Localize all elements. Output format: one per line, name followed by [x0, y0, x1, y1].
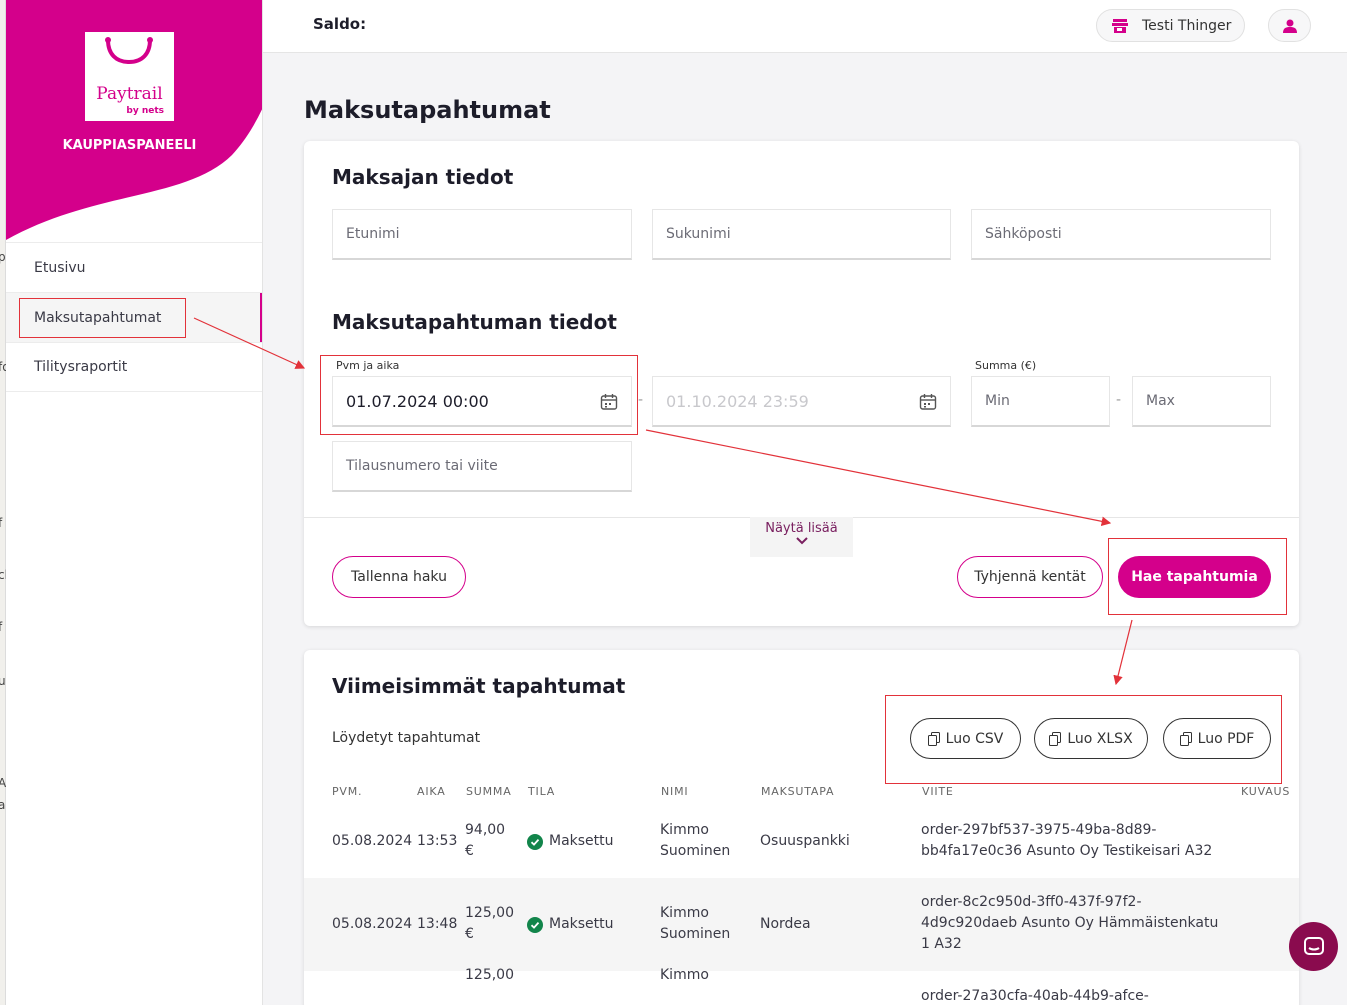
top-bar: Saldo: Testi Thinger — [263, 0, 1347, 53]
row-name-first: Kimmo — [660, 967, 709, 983]
user-menu-button[interactable] — [1268, 9, 1311, 42]
gutter-fragment: p — [0, 250, 6, 264]
row-sum-currency: € — [465, 926, 474, 942]
sum-min-field[interactable]: Min — [971, 376, 1110, 427]
column-header[interactable]: TILA — [528, 785, 555, 798]
column-header[interactable]: PVM. — [332, 785, 362, 798]
column-header[interactable]: NIMI — [661, 785, 688, 798]
sidebar-item-label: Tilitysraportit — [34, 359, 128, 375]
row-sum-currency: € — [465, 843, 474, 859]
row-reference-line: order-27a30cfa-40ab-44b9-afce- — [921, 988, 1149, 1004]
row-status: Maksettu — [527, 831, 614, 852]
email-field[interactable]: Sähköposti — [971, 209, 1271, 260]
row-status-label: Maksettu — [549, 833, 614, 849]
row-sum-value: 94,00 — [465, 822, 506, 838]
row-reference-line: 1 A32 — [921, 936, 962, 952]
save-search-button[interactable]: Tallenna haku — [332, 556, 466, 598]
row-method: Nordea — [760, 916, 811, 932]
brand-name: Paytrail — [96, 84, 163, 104]
brand-sub: by nets — [126, 106, 164, 116]
row-sum-value: 125,00 — [465, 967, 514, 983]
date-to-value: 01.10.2024 23:59 — [666, 391, 809, 411]
row-name: Kimmo Suominen — [660, 820, 730, 862]
row-status-label: Maksettu — [549, 916, 614, 932]
column-header[interactable]: VIITE — [922, 785, 954, 798]
store-name: Testi Thinger — [1142, 17, 1232, 34]
check-circle-icon — [527, 916, 543, 933]
annotation-box-export — [885, 695, 1282, 784]
date-to-field[interactable]: 01.10.2024 23:59 — [652, 376, 951, 427]
sum-label: Summa (€) — [975, 359, 1037, 372]
column-header[interactable]: KUVAUS — [1241, 785, 1290, 798]
row-sum-value: 125,00 — [465, 905, 514, 921]
row-reference: order-297bf537-3975-49ba-8d89- bb4fa17e0… — [921, 820, 1231, 862]
row-method: Osuuspankki — [760, 833, 850, 849]
recent-section-title: Viimeisimmät tapahtumat — [332, 674, 626, 698]
store-selector[interactable]: Testi Thinger — [1096, 9, 1245, 42]
store-icon — [1112, 18, 1128, 33]
check-circle-icon — [527, 833, 543, 850]
date-separator: - — [638, 392, 644, 408]
page-title: Maksutapahtumat — [304, 96, 551, 124]
order-reference-field[interactable]: Tilausnumero tai viite — [332, 441, 632, 492]
row-reference-line: order-297bf537-3975-49ba-8d89- — [921, 822, 1157, 838]
sidebar: Paytrail by nets KAUPPIASPANEELI Etusivu… — [6, 0, 263, 1005]
row-reference-line: order-8c2c950d-3ff0-437f-97f2- — [921, 894, 1142, 910]
user-icon — [1282, 19, 1297, 33]
row-sum: 125,00 € — [465, 903, 514, 945]
row-name-first: Kimmo — [660, 822, 709, 838]
column-header[interactable]: AIKA — [417, 785, 446, 798]
basket-icon — [105, 37, 153, 65]
clear-fields-button[interactable]: Tyhjennä kentät — [957, 556, 1103, 598]
panel-title: KAUPPIASPANEELI — [62, 138, 197, 153]
column-header[interactable]: SUMMA — [466, 785, 512, 798]
paytrail-logo[interactable]: Paytrail by nets — [85, 32, 174, 121]
row-date: 05.08.2024 — [332, 833, 413, 849]
row-sum: 94,00 € — [465, 820, 505, 862]
gutter-fragment: a — [0, 798, 6, 812]
gutter-fragment: f — [0, 620, 3, 634]
found-transactions-label: Löydetyt tapahtumat — [332, 730, 481, 746]
lastname-field[interactable]: Sukunimi — [652, 209, 951, 260]
row-status: Maksettu — [527, 914, 614, 935]
row-name-last: Suominen — [660, 926, 731, 942]
row-name: Kimmo Suominen — [660, 903, 730, 945]
row-name-first: Kimmo — [660, 905, 709, 921]
row-reference-line: bb4fa17e0c36 Asunto Oy Testikeisari A32 — [921, 843, 1213, 859]
chat-icon — [1303, 936, 1324, 955]
annotation-box-nav — [19, 298, 186, 338]
chevron-down-icon — [795, 537, 808, 545]
sidebar-item-etusivu[interactable]: Etusivu — [6, 242, 262, 292]
gutter-fragment: f — [0, 516, 3, 530]
table-row[interactable]: 05.08.2024 13:53 94,00 € Maksettu Kimmo … — [304, 808, 1299, 878]
column-header[interactable]: MAKSUTAPA — [761, 785, 834, 798]
chat-launcher-button[interactable] — [1289, 922, 1338, 971]
calendar-icon[interactable] — [919, 393, 937, 411]
row-time: 13:53 — [417, 833, 458, 849]
sidebar-item-label: Etusivu — [34, 259, 86, 276]
transaction-section-title: Maksutapahtuman tiedot — [332, 310, 617, 334]
show-more-toggle[interactable]: Näytä lisää — [750, 517, 853, 557]
annotation-box-date — [320, 355, 638, 435]
table-row[interactable]: 05.08.2024 13:48 125,00 € Maksettu Kimmo… — [304, 878, 1299, 971]
sum-separator: - — [1116, 392, 1122, 408]
row-reference-line: 4d9c920daeb Asunto Oy Hämmäistenkatu — [921, 915, 1219, 931]
row-name-last: Suominen — [660, 843, 731, 859]
show-more-label: Näytä lisää — [765, 521, 838, 536]
payer-section-title: Maksajan tiedot — [332, 165, 514, 189]
table-row[interactable]: 125,00 Kimmo order-27a30cfa-40ab-44b9-af… — [304, 967, 1299, 1005]
row-date: 05.08.2024 — [332, 916, 413, 932]
sum-max-field[interactable]: Max — [1132, 376, 1271, 427]
row-reference: order-8c2c950d-3ff0-437f-97f2- 4d9c920da… — [921, 892, 1236, 955]
annotation-box-search — [1108, 538, 1287, 615]
sidebar-item-tilitysraportit[interactable]: Tilitysraportit — [6, 342, 262, 392]
saldo-label: Saldo: — [313, 15, 367, 33]
firstname-field[interactable]: Etunimi — [332, 209, 632, 260]
row-time: 13:48 — [417, 916, 458, 932]
